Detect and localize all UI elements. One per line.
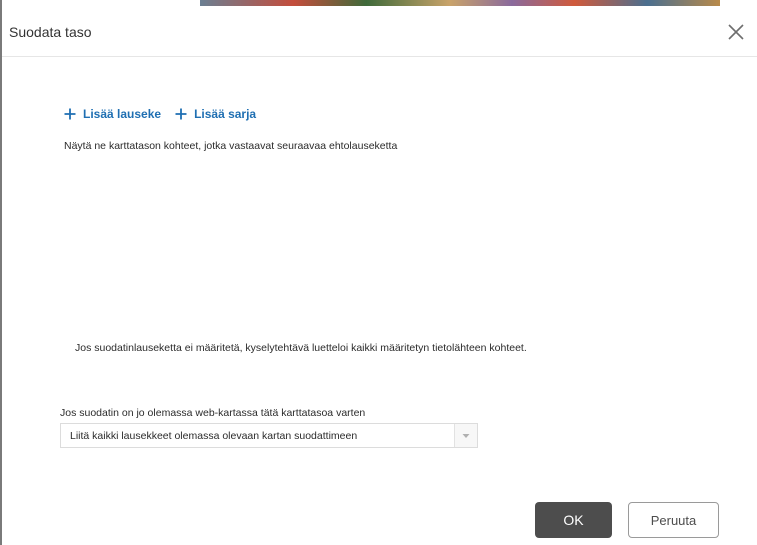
filter-layer-dialog: Suodata taso Lisää lauseke Lisää sarja N… [2, 6, 757, 545]
close-icon [728, 24, 744, 40]
close-button[interactable] [724, 20, 748, 44]
expression-toolbar: Lisää lauseke Lisää sarja [64, 104, 256, 124]
empty-filter-hint: Jos suodatinlauseketta ei määritetä, kys… [75, 342, 527, 354]
existing-filter-select[interactable]: Liitä kaikki lausekkeet olemassa olevaan… [60, 423, 478, 448]
add-expression-label: Lisää lauseke [83, 107, 162, 121]
add-set-label: Lisää sarja [194, 107, 257, 121]
select-dropdown-button[interactable] [454, 424, 477, 447]
filter-description: Näytä ne karttatason kohteet, jotka vast… [64, 140, 398, 152]
add-set-link[interactable]: Lisää sarja [175, 107, 256, 121]
cancel-button[interactable]: Peruuta [628, 502, 719, 538]
add-expression-link[interactable]: Lisää lauseke [64, 107, 161, 121]
plus-icon [64, 108, 76, 120]
chevron-down-icon [462, 433, 470, 438]
existing-filter-label: Jos suodatin on jo olemassa web-kartassa… [60, 407, 366, 419]
existing-filter-select-value: Liitä kaikki lausekkeet olemassa olevaan… [70, 429, 358, 442]
dialog-header: Suodata taso [2, 6, 757, 57]
dialog-title: Suodata taso [9, 24, 92, 40]
plus-icon [175, 108, 187, 120]
ok-button[interactable]: OK [535, 502, 612, 538]
